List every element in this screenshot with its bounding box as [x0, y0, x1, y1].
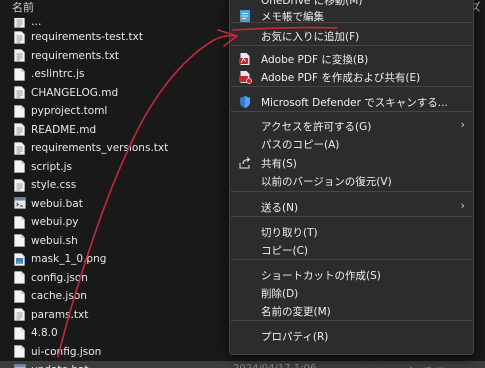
- file-text-icon: [14, 178, 25, 192]
- menu-item-5[interactable]: Adobe PDF を作成および共有(E): [230, 68, 473, 86]
- menu-item-9[interactable]: 共有(S): [230, 154, 473, 172]
- chevron-right-icon: ›: [460, 199, 465, 212]
- file-blank-icon: [14, 215, 25, 229]
- share-icon: [238, 156, 252, 170]
- menu-item-13[interactable]: コピー(C): [230, 241, 473, 259]
- menu-separator: [231, 45, 472, 46]
- file-name: requirements-test.txt: [31, 31, 143, 44]
- menu-item-8[interactable]: パスのコピー(A): [230, 135, 473, 153]
- file-text-icon: [14, 49, 25, 63]
- menu-item-16[interactable]: 名前の変更(M): [230, 302, 473, 320]
- chevron-right-icon: ›: [460, 118, 465, 131]
- file-text-icon: [14, 141, 25, 155]
- file-name: requirements.txt: [31, 49, 120, 62]
- menu-item-label: ショートカットの作成(S): [261, 270, 381, 282]
- menu-item-4[interactable]: Adobe PDF に変換(B): [230, 50, 473, 68]
- file-name: config.json: [31, 271, 88, 284]
- menu-item-3[interactable]: お気に入りに追加(F): [230, 27, 473, 45]
- defender-shield-icon: [238, 95, 252, 109]
- menu-item-label: 共有(S): [261, 158, 297, 170]
- menu-item-label: パスのコピー(A): [261, 139, 340, 151]
- file-blank-icon: [14, 67, 25, 81]
- menu-separator: [231, 111, 472, 112]
- menu-item-label: Adobe PDF に変換(B): [261, 54, 369, 66]
- file-blank-icon: [14, 289, 25, 303]
- menu-item-label: 削除(D): [261, 288, 299, 300]
- adobe-pdf-icon: [238, 52, 252, 66]
- file-name: webui.bat: [31, 197, 83, 210]
- file-blank-icon: [14, 271, 25, 285]
- file-name: update.bat: [31, 364, 89, 368]
- menu-item-6[interactable]: Microsoft Defender でスキャンする...: [230, 93, 473, 111]
- file-name: ui-config.json: [31, 345, 102, 358]
- file-blank-icon: [14, 234, 25, 248]
- file-name: .eslintrc.js: [31, 68, 85, 81]
- menu-separator: [231, 22, 472, 23]
- file-name: 4.8.0: [31, 327, 58, 340]
- menu-item-12[interactable]: 切り取り(T): [230, 223, 473, 241]
- menu-item-label: Adobe PDF を作成および共有(E): [261, 72, 421, 84]
- menu-item-14[interactable]: ショートカットの作成(S): [230, 266, 473, 284]
- file-text-icon: [14, 86, 25, 100]
- file-name: cache.json: [31, 290, 87, 303]
- menu-item-label: Microsoft Defender でスキャンする...: [261, 97, 448, 109]
- file-name: CHANGELOG.md: [31, 86, 119, 99]
- file-text-icon: [14, 18, 25, 28]
- file-name: requirements_versions.txt: [31, 142, 169, 155]
- file-text-icon: [14, 308, 25, 322]
- menu-separator: [231, 259, 472, 260]
- menu-item-label: プロパティ(R): [261, 331, 329, 343]
- column-header-name-label: 名前: [12, 1, 34, 14]
- notepad-icon: [238, 9, 252, 23]
- file-text-icon: [14, 30, 25, 44]
- menu-item-15[interactable]: 削除(D): [230, 284, 473, 302]
- menu-item-label: アクセスを許可する(G): [261, 121, 372, 133]
- menu-separator: [231, 320, 472, 321]
- file-modified-date: 2024/04/17 1:06: [233, 363, 316, 368]
- menu-item-label: コピー(C): [261, 245, 309, 257]
- menu-item-10[interactable]: 以前のバージョンの復元(V): [230, 172, 473, 190]
- file-name: pyproject.toml: [31, 105, 108, 118]
- menu-item-label: 送る(N): [261, 202, 299, 214]
- file-blank-icon: [14, 345, 25, 359]
- menu-item-label: お気に入りに追加(F): [261, 31, 360, 43]
- file-blank-icon: [14, 104, 25, 118]
- batch-file-icon: [14, 197, 26, 210]
- file-name: script.js: [31, 160, 72, 173]
- adobe-pdf-share-icon: [238, 70, 252, 84]
- image-file-icon: [14, 252, 25, 266]
- menu-item-7[interactable]: アクセスを許可する(G) ›: [230, 117, 473, 135]
- file-blank-icon: [14, 326, 25, 340]
- file-type: Windows バッチ ファ...: [355, 363, 466, 368]
- menu-item-17[interactable]: プロパティ(R): [230, 327, 473, 345]
- file-name: webui.py: [31, 216, 79, 229]
- menu-separator: [231, 191, 472, 192]
- menu-item-label: 切り取り(T): [261, 227, 318, 239]
- file-name: README.md: [31, 123, 97, 136]
- file-name: style.css: [31, 179, 77, 192]
- menu-item-label: 以前のバージョンの復元(V): [261, 176, 392, 188]
- onedrive-icon: [238, 0, 252, 7]
- file-name: …: [31, 18, 42, 28]
- file-text-icon: [14, 123, 25, 137]
- file-blank-icon: [14, 160, 25, 174]
- file-name: mask_1_0.png: [31, 253, 107, 266]
- context-menu: OneDrive に移動(M) メモ帳で編集 お気に入りに追加(F) Adobe PD…: [229, 0, 474, 355]
- file-name: params.txt: [31, 308, 89, 321]
- batch-file-icon: [14, 363, 26, 368]
- menu-separator: [231, 86, 472, 87]
- menu-item-11[interactable]: 送る(N) ›: [230, 198, 473, 216]
- menu-item-label: 名前の変更(M): [261, 306, 331, 318]
- file-name: webui.sh: [31, 234, 78, 247]
- menu-separator: [231, 216, 472, 217]
- file-row-selected[interactable]: update.bat 2024/04/17 1:06 Windows バッチ ファ.…: [0, 361, 485, 368]
